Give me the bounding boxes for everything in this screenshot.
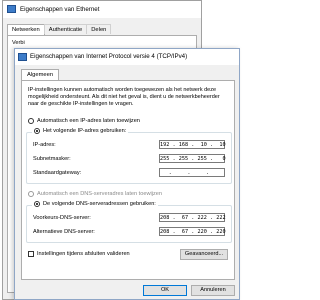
ip-auto-radio[interactable]: Automatisch een IP-adres laten toewijzen [28,118,140,124]
dns-auto-label: Automatisch een DNS-serveradres laten to… [37,191,162,197]
checkbox-icon [28,251,34,257]
radio-selected-icon [34,128,40,134]
radio-circle-icon [28,118,34,124]
ip-manual-radio[interactable]: Het volgende IP-adres gebruiken: [32,128,129,134]
dns-alternate-label: Alternatieve DNS-server: [33,229,95,235]
ip-address-label: IP-adres: [33,142,56,148]
general-tab-panel: IP-instellingen kunnen automatisch worde… [21,80,235,280]
ok-button[interactable]: OK [143,285,187,296]
dns-manual-label: De volgende DNS-serveradressen gebruiken… [43,201,156,207]
subnet-mask-field[interactable]: 255 . 255 . 255 . 0 [159,154,226,163]
ipv4-titlebar: Eigenschappen van Internet Protocol vers… [15,49,239,65]
intro-text: IP-instellingen kunnen automatisch worde… [28,87,220,108]
dns-group: De volgende DNS-serveradressen gebruiken… [26,201,232,243]
connection-label-partial: Verbi [12,40,25,46]
tab-authenticatie[interactable]: Authenticatie [43,24,88,34]
cancel-button[interactable]: Annuleren [191,285,235,296]
validate-label: Instellingen tijdens afsluiten valideren [37,251,130,257]
ethernet-window-title: Eigenschappen van Ethernet [20,6,100,13]
network-adapter-icon [18,53,27,61]
preferred-dns-field[interactable]: 208 . 67 . 222 . 222 [159,213,226,222]
alternate-dns-field[interactable]: 208 . 67 . 220 . 220 [159,227,226,236]
ethernet-titlebar: Eigenschappen van Ethernet [3,1,201,18]
radio-selected-icon [34,201,40,207]
ip-group: Het volgende IP-adres gebruiken: IP-adre… [26,128,232,184]
network-adapter-icon [7,5,16,13]
tab-delen[interactable]: Delen [86,24,112,34]
gateway-label: Standaardgateway: [33,170,82,176]
ipv4-dialog-title: Eigenschappen van Internet Protocol vers… [30,53,188,60]
advanced-button[interactable]: Geavanceerd... [180,249,228,260]
default-gateway-field[interactable]: . . . [159,168,225,177]
ip-address-field[interactable]: 192 . 168 . 10 . 10 [159,140,226,149]
dns-preferred-label: Voorkeurs-DNS-server: [33,215,91,221]
ip-auto-label: Automatisch een IP-adres laten toewijzen [37,118,140,124]
ipv4-properties-dialog: Eigenschappen van Internet Protocol vers… [14,48,240,300]
subnet-label: Subnetmasker: [33,156,71,162]
validate-checkbox[interactable]: Instellingen tijdens afsluiten valideren [28,251,130,257]
radio-circle-icon [28,191,34,197]
dns-manual-radio[interactable]: De volgende DNS-serveradressen gebruiken… [32,201,158,207]
dns-auto-radio[interactable]: Automatisch een DNS-serveradres laten to… [28,191,162,197]
ip-manual-label: Het volgende IP-adres gebruiken: [43,128,127,134]
